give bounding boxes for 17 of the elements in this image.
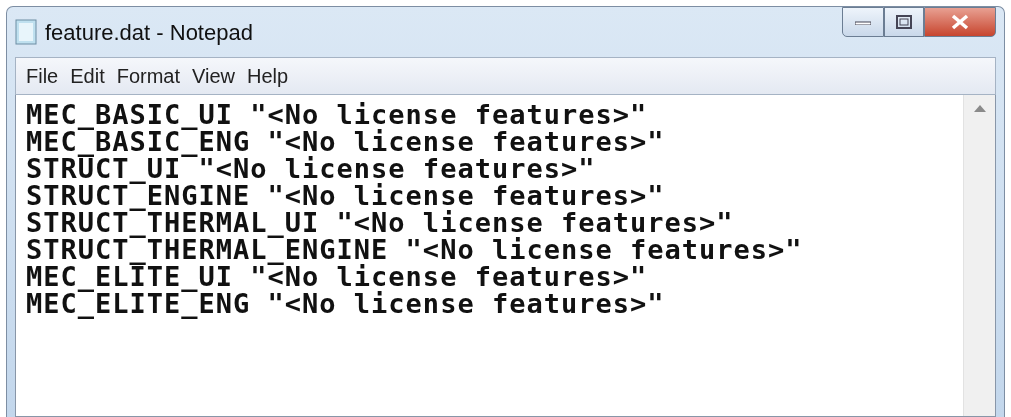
minimize-icon [855,19,871,25]
menu-item[interactable]: View [188,61,240,91]
notepad-icon [15,19,37,45]
minimize-button[interactable] [842,7,884,37]
close-icon [951,14,969,30]
menu-item[interactable]: File [22,61,63,91]
menu-item[interactable]: Edit [66,61,109,91]
scroll-bar[interactable] [963,95,995,416]
text-line: MEC_BASIC_UI "<No license features>" [26,101,648,128]
scroll-up-icon[interactable] [973,105,986,112]
window-title: feature.dat - Notepad [45,18,253,47]
close-button[interactable] [924,7,996,37]
menu-item[interactable]: Help [243,61,293,91]
menu-item[interactable]: Format [112,61,185,91]
text-editor[interactable] [15,95,996,417]
maximize-button[interactable] [884,7,924,37]
maximize-icon [896,15,912,29]
